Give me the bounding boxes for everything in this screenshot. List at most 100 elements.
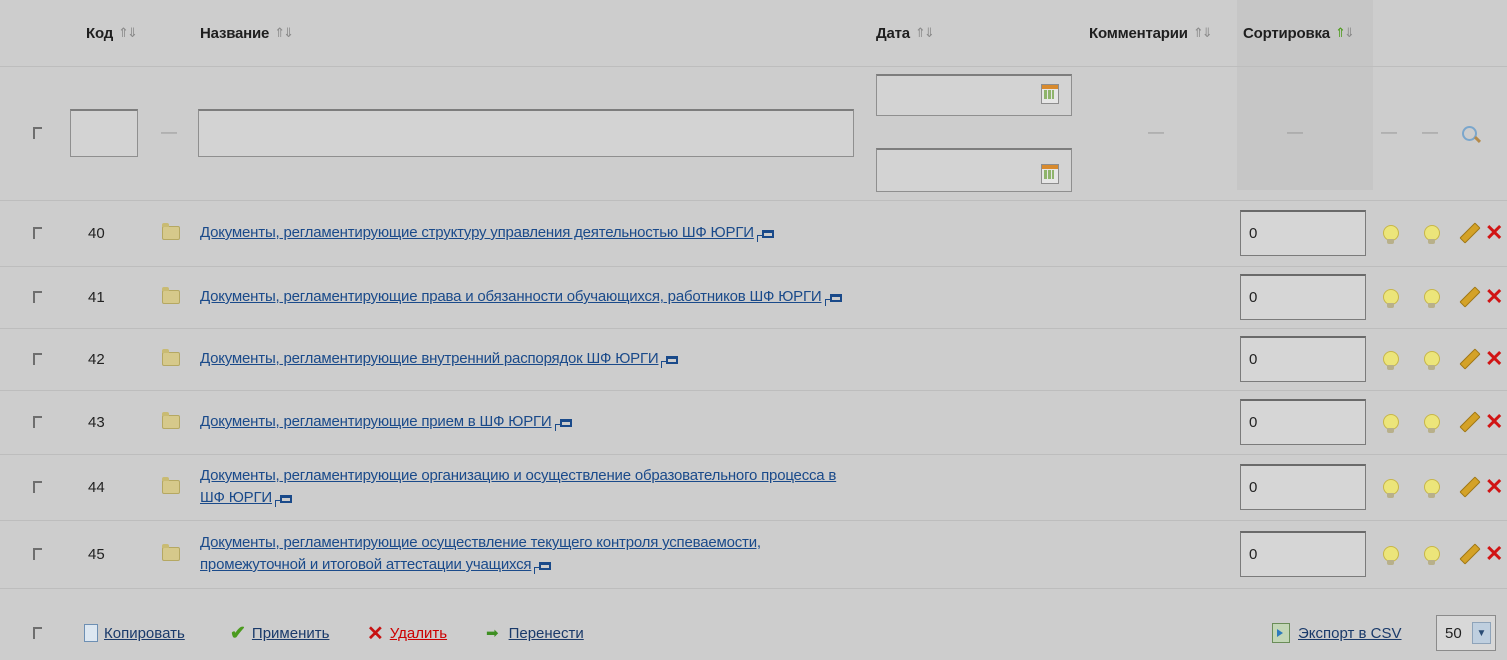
row-sort-input[interactable]: 0: [1240, 531, 1366, 577]
folder-icon: [162, 477, 180, 494]
row-title-link[interactable]: Документы, регламентирующие прием в ШФ Ю…: [200, 413, 552, 430]
sort-arrows-icon[interactable]: ⇑⇓: [1335, 25, 1355, 41]
apply-link[interactable]: Применить: [252, 625, 330, 642]
header-row: Код ⇑⇓ Название ⇑⇓ Дата ⇑⇓ Комментарии ⇑…: [0, 0, 1507, 67]
filter-date-to-input[interactable]: [876, 148, 1072, 192]
pencil-icon[interactable]: [1459, 411, 1481, 433]
apply-action[interactable]: ✔ Применить: [230, 606, 329, 660]
pencil-icon[interactable]: [1459, 476, 1481, 498]
external-link-icon[interactable]: [824, 294, 842, 306]
header-comments-label: Комментарии: [1089, 24, 1188, 42]
chevron-down-icon[interactable]: ▼: [1472, 622, 1491, 644]
pencil-icon[interactable]: [1459, 348, 1481, 370]
per-page-select[interactable]: 50 ▼: [1436, 615, 1496, 651]
copy-link[interactable]: Копировать: [104, 625, 185, 642]
table-row: 42 Документы, регламентирующие внутренни…: [0, 328, 1507, 391]
delete-link[interactable]: Удалить: [390, 625, 447, 642]
calendar-icon[interactable]: [1041, 164, 1059, 184]
folder-icon: [162, 544, 180, 561]
delete-icon[interactable]: ✕: [1485, 286, 1503, 308]
external-link-icon[interactable]: [756, 230, 774, 242]
header-code[interactable]: Код ⇑⇓: [86, 0, 138, 66]
checkbox-icon[interactable]: [33, 127, 42, 139]
row-title-link[interactable]: Документы, регламентирующие структуру уп…: [200, 224, 754, 241]
table-row: 43 Документы, регламентирующие прием в Ш…: [0, 390, 1507, 455]
external-link-icon[interactable]: [534, 562, 552, 574]
row-title-link[interactable]: Документы, регламентирующие организацию …: [200, 467, 836, 506]
row-sort-input[interactable]: 0: [1240, 274, 1366, 320]
export-action[interactable]: Экспорт в CSV: [1272, 606, 1402, 660]
bulb-icon[interactable]: [1424, 225, 1440, 244]
check-icon: ✔: [230, 622, 246, 644]
folder-icon: [162, 223, 180, 240]
filter-dash: —: [161, 124, 177, 141]
header-date[interactable]: Дата ⇑⇓: [876, 0, 935, 66]
filter-checkbox[interactable]: [0, 66, 42, 200]
delete-icon[interactable]: ✕: [1485, 348, 1503, 370]
bulb-icon[interactable]: [1424, 479, 1440, 498]
bulb-icon[interactable]: [1383, 351, 1399, 370]
bulb-icon[interactable]: [1424, 414, 1440, 433]
filter-name-input[interactable]: [198, 109, 854, 157]
header-code-label: Код: [86, 24, 114, 42]
footer-toolbar: Копировать ✔ Применить ✕ Удалить ➡ Перен…: [0, 606, 1507, 660]
table-row: 41 Документы, регламентирующие права и о…: [0, 266, 1507, 329]
pencil-icon[interactable]: [1459, 286, 1481, 308]
delete-icon[interactable]: ✕: [1485, 222, 1503, 244]
folder-icon: [162, 349, 180, 366]
csv-icon: [1272, 623, 1290, 643]
folder-icon: [162, 412, 180, 429]
row-sort-input[interactable]: 0: [1240, 210, 1366, 256]
delete-icon[interactable]: ✕: [1485, 411, 1503, 433]
sort-arrows-icon[interactable]: ⇑⇓: [118, 25, 138, 41]
bulb-icon[interactable]: [1383, 414, 1399, 433]
table-row: 45 Документы, регламентирующие осуществл…: [0, 520, 1507, 589]
external-link-icon[interactable]: [661, 356, 679, 368]
row-sort-input[interactable]: 0: [1240, 336, 1366, 382]
folder-icon: [162, 287, 180, 304]
bulb-icon[interactable]: [1383, 546, 1399, 565]
filter-code-input[interactable]: [70, 109, 138, 157]
bulb-icon[interactable]: [1424, 351, 1440, 370]
pencil-icon[interactable]: [1459, 543, 1481, 565]
delete-action[interactable]: ✕ Удалить: [367, 606, 447, 660]
filter-dash: —: [1381, 124, 1397, 141]
calendar-icon[interactable]: [1041, 84, 1059, 104]
export-csv-link[interactable]: Экспорт в CSV: [1298, 625, 1402, 642]
header-sort[interactable]: Сортировка ⇑⇓: [1243, 0, 1355, 66]
delete-icon: ✕: [367, 622, 384, 645]
header-name[interactable]: Название ⇑⇓: [200, 0, 294, 66]
sort-arrows-icon[interactable]: ⇑⇓: [1193, 25, 1213, 41]
row-sort-input[interactable]: 0: [1240, 464, 1366, 510]
filter-dash: —: [1287, 124, 1303, 141]
pencil-icon[interactable]: [1459, 222, 1481, 244]
external-link-icon[interactable]: [554, 419, 572, 431]
sort-arrows-icon[interactable]: ⇑⇓: [274, 25, 294, 41]
checkbox-icon[interactable]: [33, 627, 42, 639]
sort-arrows-icon[interactable]: ⇑⇓: [915, 25, 935, 41]
header-comments[interactable]: Комментарии ⇑⇓: [1089, 0, 1213, 66]
header-date-label: Дата: [876, 24, 910, 42]
header-name-label: Название: [200, 24, 270, 42]
table-row: 44 Документы, регламентирующие организац…: [0, 454, 1507, 521]
row-title-link[interactable]: Документы, регламентирующие права и обяз…: [200, 288, 822, 305]
documents-grid: Код ⇑⇓ Название ⇑⇓ Дата ⇑⇓ Комментарии ⇑…: [0, 0, 1507, 660]
row-title-link[interactable]: Документы, регламентирующие осуществлени…: [200, 534, 761, 573]
bulb-icon[interactable]: [1383, 479, 1399, 498]
row-title-link[interactable]: Документы, регламентирующие внутренний р…: [200, 350, 659, 367]
bulb-icon[interactable]: [1424, 546, 1440, 565]
move-action[interactable]: ➡ Перенести: [486, 606, 584, 660]
bulb-icon[interactable]: [1383, 289, 1399, 308]
bulb-icon[interactable]: [1424, 289, 1440, 308]
delete-icon[interactable]: ✕: [1485, 476, 1503, 498]
delete-icon[interactable]: ✕: [1485, 543, 1503, 565]
external-link-icon[interactable]: [274, 495, 292, 507]
row-sort-input[interactable]: 0: [1240, 399, 1366, 445]
move-link[interactable]: Перенести: [509, 625, 584, 642]
search-icon[interactable]: [1462, 125, 1477, 141]
header-sort-label: Сортировка: [1243, 24, 1330, 42]
table-row: 40 Документы, регламентирующие структуру…: [0, 200, 1507, 267]
copy-action[interactable]: Копировать: [79, 606, 185, 660]
filter-date-from-input[interactable]: [876, 74, 1072, 116]
bulb-icon[interactable]: [1383, 225, 1399, 244]
